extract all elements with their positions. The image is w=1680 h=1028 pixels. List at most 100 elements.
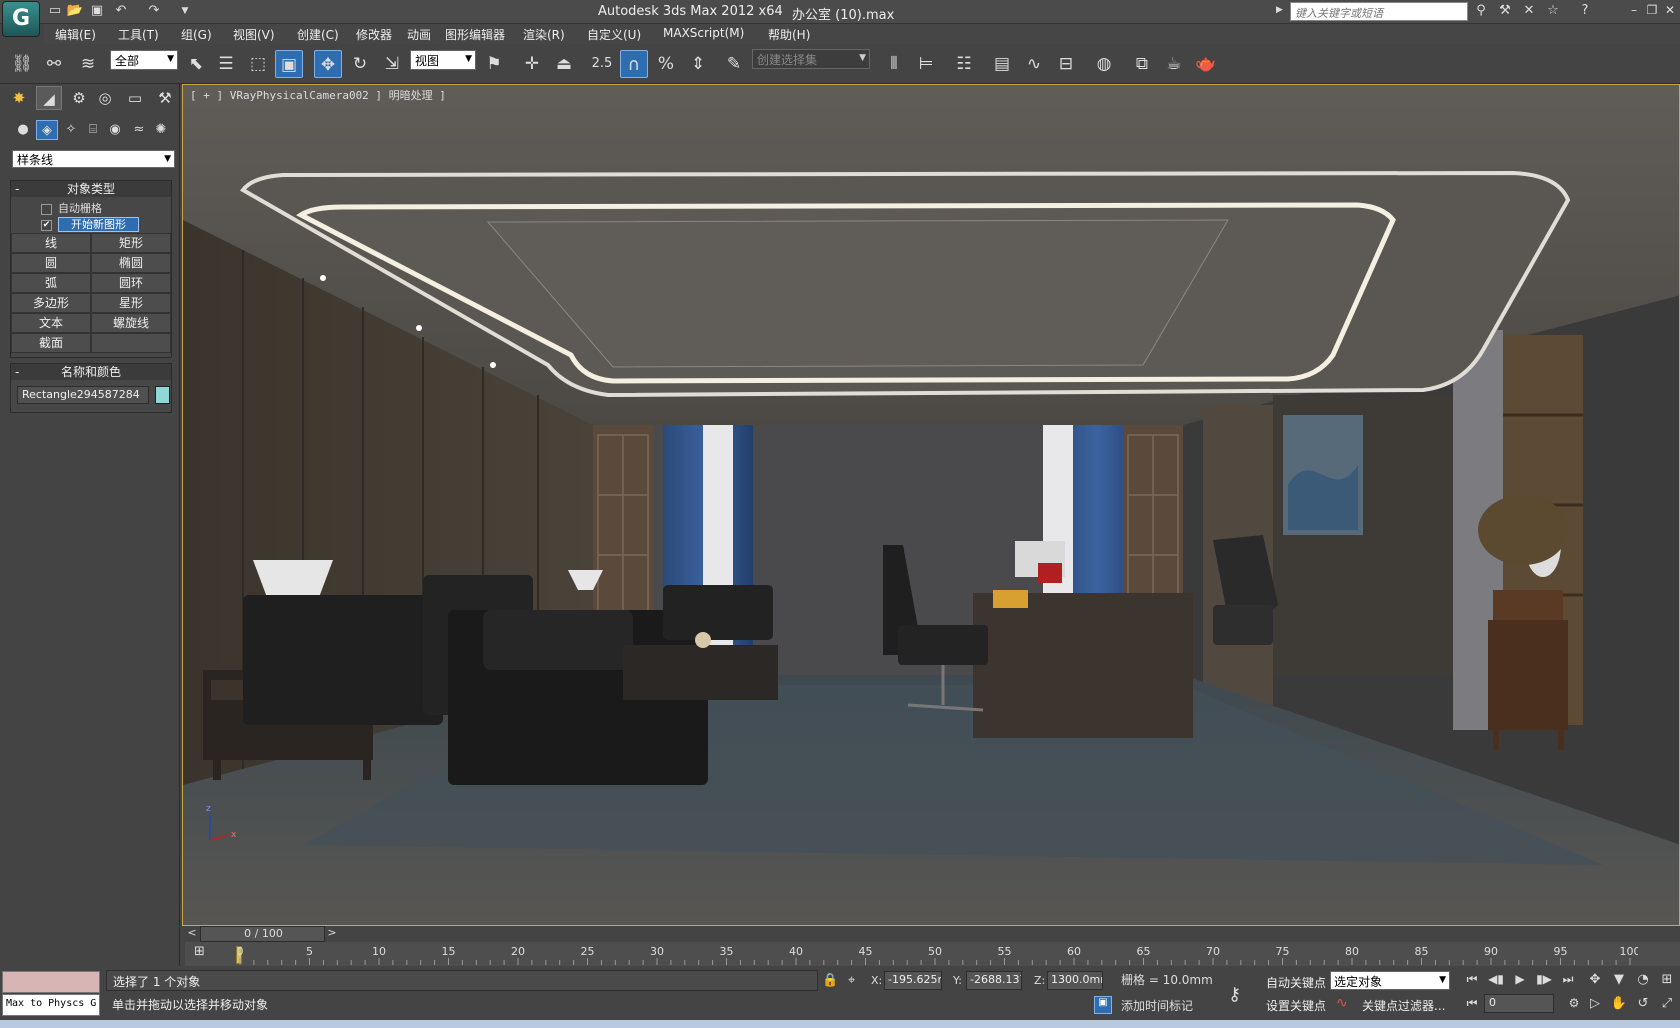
start-new-shape-row[interactable]: ✔ 开始新图形 bbox=[41, 216, 139, 232]
motion-tab-icon[interactable]: ◎ bbox=[92, 86, 118, 110]
orbit-camera-icon[interactable]: ◔ bbox=[1632, 972, 1654, 992]
rectangle-button[interactable]: 矩形 bbox=[91, 233, 171, 253]
ellipse-button[interactable]: 椭圆 bbox=[91, 253, 171, 273]
new-file-icon[interactable]: ▭ bbox=[46, 3, 64, 19]
named-selection-dropdown[interactable]: 创建选择集 ▼ bbox=[752, 49, 870, 69]
menu-tools[interactable]: 工具(T) bbox=[118, 26, 159, 43]
line-button[interactable]: 线 bbox=[11, 233, 91, 253]
menu-group[interactable]: 组(G) bbox=[181, 26, 212, 43]
y-coord-field[interactable]: -2688.137 bbox=[966, 971, 1022, 990]
add-time-tag-button[interactable]: 添加时间标记 bbox=[1121, 997, 1193, 1014]
time-configuration-icon[interactable]: ⚙ bbox=[1564, 996, 1584, 1014]
select-and-link-icon[interactable]: ⛓ bbox=[8, 50, 36, 78]
unlink-icon[interactable]: ⚯ bbox=[40, 50, 68, 78]
edit-named-selection-icon[interactable]: ✎ bbox=[720, 50, 748, 78]
autogrid-checkbox-row[interactable]: 自动栅格 bbox=[41, 200, 102, 215]
key-filters-button[interactable]: 关键点过滤器... bbox=[1362, 997, 1445, 1017]
previous-frame-icon[interactable]: ◀▮ bbox=[1486, 972, 1506, 990]
maximize-icon[interactable]: ❐ bbox=[1644, 3, 1660, 19]
redo-icon[interactable]: ↷ bbox=[145, 3, 163, 19]
play-icon[interactable]: ▶ bbox=[1510, 972, 1530, 990]
binoculars-icon[interactable]: ⚲ bbox=[1472, 3, 1490, 19]
empty-button[interactable] bbox=[91, 333, 171, 353]
exchange-icon[interactable]: ✕ bbox=[1520, 3, 1538, 19]
select-object-icon[interactable]: ⬉ bbox=[182, 50, 210, 78]
walk-through-icon[interactable]: ⤢ bbox=[1656, 996, 1678, 1016]
autogrid-checkbox[interactable] bbox=[41, 203, 52, 215]
menu-help[interactable]: 帮助(H) bbox=[768, 26, 810, 43]
utilities-tab-icon[interactable]: ⚒ bbox=[152, 86, 178, 110]
help-icon[interactable]: ? bbox=[1576, 3, 1594, 19]
select-by-name-icon[interactable]: ☰ bbox=[212, 50, 240, 78]
layer-manager-icon[interactable]: ☷ bbox=[950, 50, 978, 78]
hierarchy-tab-icon[interactable]: ⚙ bbox=[66, 86, 92, 110]
go-to-start-icon[interactable]: ⏮ bbox=[1462, 972, 1482, 990]
menu-maxscript[interactable]: MAXScript(M) bbox=[663, 26, 744, 40]
time-slider-prev-arrow[interactable]: < bbox=[185, 926, 199, 942]
select-and-move-icon[interactable]: ✥ bbox=[314, 50, 342, 78]
donut-button[interactable]: 圆环 bbox=[91, 273, 171, 293]
star-button[interactable]: 星形 bbox=[91, 293, 171, 313]
next-frame-icon[interactable]: ▮▶ bbox=[1534, 972, 1554, 990]
time-slider[interactable]: 0 / 100 bbox=[200, 926, 325, 942]
schematic-view-icon[interactable]: ⊟ bbox=[1052, 50, 1080, 78]
z-coord-field[interactable]: 1300.0mm bbox=[1047, 971, 1103, 990]
select-and-scale-icon[interactable]: ⇲ bbox=[378, 50, 406, 78]
menu-animation[interactable]: 动画 bbox=[407, 26, 431, 43]
start-new-shape-checkbox[interactable]: ✔ bbox=[41, 219, 52, 231]
section-button[interactable]: 截面 bbox=[11, 333, 91, 353]
quick-access-dropdown-icon[interactable]: ▼ bbox=[176, 3, 194, 19]
menu-edit[interactable]: 编辑(E) bbox=[55, 26, 96, 43]
viewport-label[interactable]: [ + ] VRayPhysicalCamera002 ] 明暗处理 ] bbox=[190, 87, 446, 103]
percent-snap-icon[interactable]: % bbox=[652, 50, 680, 78]
display-tab-icon[interactable]: ▭ bbox=[122, 86, 148, 110]
angle-snap-icon[interactable]: ∩ bbox=[620, 50, 648, 78]
time-tag-icon[interactable]: ▣ bbox=[1094, 996, 1112, 1014]
curve-editor-icon[interactable]: ∿ bbox=[1020, 50, 1048, 78]
rendered-frame-window-icon[interactable]: ☕ bbox=[1160, 50, 1188, 78]
open-mini-curve-editor-icon[interactable]: ⊞ bbox=[194, 944, 216, 962]
object-name-field[interactable]: Rectangle294587284 bbox=[17, 386, 149, 404]
save-icon[interactable]: ▣ bbox=[88, 3, 106, 19]
pan-view-icon[interactable]: ✥ bbox=[1584, 972, 1606, 992]
snaps-toggle-icon[interactable]: 2.5 bbox=[588, 50, 616, 78]
favorites-star-icon[interactable]: ☆ bbox=[1544, 3, 1562, 19]
help-search-input[interactable]: 键入关键字或短语 bbox=[1290, 2, 1468, 21]
graphite-toolbar-icon[interactable]: ▤ bbox=[988, 50, 1016, 78]
app-logo-button[interactable]: G bbox=[2, 1, 40, 37]
bind-to-space-warp-icon[interactable]: ≋ bbox=[74, 50, 102, 78]
window-crossing-icon[interactable]: ▣ bbox=[275, 50, 303, 78]
perspective-icon[interactable]: ✋ bbox=[1608, 996, 1630, 1016]
create-tab-icon[interactable]: ✸ bbox=[6, 86, 32, 110]
object-color-swatch[interactable] bbox=[155, 386, 170, 404]
set-key-mode-icon[interactable]: ⚷ bbox=[1228, 984, 1241, 1005]
menu-create[interactable]: 创建(C) bbox=[297, 26, 339, 43]
helix-button[interactable]: 螺旋线 bbox=[91, 313, 171, 333]
text-button[interactable]: 文本 bbox=[11, 313, 91, 333]
rectangular-selection-icon[interactable]: ⬚ bbox=[244, 50, 272, 78]
field-of-view-icon[interactable]: ▼ bbox=[1608, 972, 1630, 992]
circle-button[interactable]: 圆 bbox=[11, 253, 91, 273]
modify-tab-icon[interactable]: ◢ bbox=[36, 86, 62, 110]
key-selection-dropdown[interactable]: 选定对象 ▼ bbox=[1330, 971, 1450, 990]
select-and-manipulate-icon[interactable]: ✛ bbox=[518, 50, 546, 78]
reference-coordinate-dropdown[interactable]: 视图 ▼ bbox=[410, 50, 476, 70]
spacewarps-category-icon[interactable]: ≈ bbox=[128, 120, 150, 140]
spinner-snap-icon[interactable]: ⇕ bbox=[684, 50, 712, 78]
name-and-color-header[interactable]: - 名称和颜色 bbox=[11, 364, 171, 380]
helpers-category-icon[interactable]: ◉ bbox=[104, 120, 126, 140]
select-and-rotate-icon[interactable]: ↻ bbox=[346, 50, 374, 78]
menu-modifiers[interactable]: 修改器 bbox=[356, 26, 392, 43]
arc-button[interactable]: 弧 bbox=[11, 273, 91, 293]
key-tangent-icon[interactable]: ∿ bbox=[1336, 995, 1348, 1011]
auto-key-button[interactable]: 自动关键点 bbox=[1266, 974, 1326, 994]
absolute-mode-icon[interactable]: ⌖ bbox=[848, 973, 855, 988]
material-editor-icon[interactable]: ◍ bbox=[1090, 50, 1118, 78]
cameras-category-icon[interactable]: ⌸ bbox=[82, 120, 104, 140]
start-new-shape-label[interactable]: 开始新图形 bbox=[58, 217, 139, 232]
undo-icon[interactable]: ↶ bbox=[112, 3, 130, 19]
minimize-icon[interactable]: – bbox=[1626, 3, 1642, 19]
x-coord-field[interactable]: -195.625m bbox=[884, 971, 942, 990]
go-to-end-icon[interactable]: ⏭ bbox=[1558, 972, 1578, 990]
keyboard-shortcut-override-icon[interactable]: ⏏ bbox=[550, 50, 578, 78]
